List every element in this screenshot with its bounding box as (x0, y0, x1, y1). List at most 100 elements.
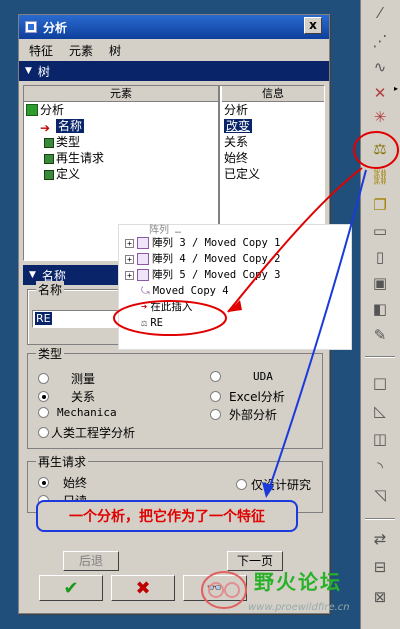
model-tree-popup: 阵列 … + 陣列 3 / Moved Copy 1 + 陣列 4 / Moved … (118, 224, 352, 350)
radio-icon (236, 479, 247, 490)
popup-row-re[interactable]: ⚖ RE (141, 315, 163, 331)
expand-icon[interactable]: + (125, 270, 134, 280)
radio-measure[interactable]: 测量 (38, 370, 95, 387)
curve-icon[interactable]: ∿ (367, 56, 393, 78)
page-icon[interactable]: ▯ (367, 246, 393, 268)
popup-row-pattern-5[interactable]: + 陣列 5 / Moved Copy 3 (125, 267, 280, 283)
sketch-icon[interactable]: ⁄ (367, 2, 393, 24)
toolbar-flyout-arrow-icon[interactable]: ▸ (394, 84, 398, 93)
tree-row-definition[interactable]: 定义 (24, 166, 218, 182)
info-cell: 分析 (224, 103, 249, 117)
popup-row-pattern-4[interactable]: + 陣列 4 / Moved Copy 2 (125, 251, 280, 267)
type-group: 类型 测量 关系 Mechanica 人类工程学分析 UDA Excel分析 外… (27, 345, 323, 449)
info-column-header: 信息 (222, 86, 324, 102)
radio-excel[interactable]: Excel分析 (210, 388, 285, 405)
triangle-icon[interactable]: ◺ (367, 400, 393, 422)
info-cell: 始终 (224, 151, 249, 165)
chamfer-icon[interactable]: ◹ (367, 484, 393, 506)
watermark-logo-icon (201, 571, 247, 609)
info-cell-selected: 改变 (224, 119, 253, 133)
expand-icon[interactable]: + (125, 254, 134, 264)
collapse-triangle-icon: ▼ (25, 66, 32, 76)
info-cell: 已定义 (224, 167, 261, 181)
radio-mechanica[interactable]: Mechanica (38, 406, 117, 419)
analysis-feature-icon (26, 104, 38, 116)
tree-row-name[interactable]: ➔ 名称 (24, 118, 218, 135)
element-icon (44, 170, 54, 180)
watermark-url: www.proewildfire.cn (248, 602, 350, 613)
collapse-triangle-icon: ▼ (29, 270, 36, 280)
cancel-button[interactable]: ✖ (111, 575, 175, 601)
radio-design-study[interactable]: 仅设计研究 (236, 476, 311, 493)
toolbar-separator (365, 356, 395, 358)
menu-feature[interactable]: 特征 (27, 42, 55, 59)
info-cell: 关系 (224, 135, 249, 149)
tree-section-header[interactable]: ▼ 树 (19, 61, 329, 81)
current-arrow-icon: ➔ (40, 121, 51, 135)
element-column-header: 元素 (24, 86, 218, 102)
coordinate-icon[interactable]: ✳ (367, 106, 393, 128)
popup-row-pattern-3[interactable]: + 陣列 3 / Moved Copy 1 (125, 235, 280, 251)
mirror-icon[interactable]: ⇄ (367, 528, 393, 550)
name-group: 名称 RE (27, 281, 123, 345)
edit-icon[interactable]: ✎ (367, 324, 393, 346)
axis-icon[interactable]: ⋰ (367, 30, 393, 52)
cross-icon: ✖ (135, 577, 151, 599)
radio-selected-icon (38, 391, 49, 402)
checkmark-icon: ✔ (63, 577, 79, 599)
round-icon[interactable]: ◝ (367, 456, 393, 478)
ok-button[interactable]: ✔ (39, 575, 103, 601)
analysis-icon[interactable]: ⚖ (367, 138, 393, 160)
feature-toolbar: ⁄ ⋰ ∿ ✕ ✳ ⚖ ⛓ ❐ ▭ ▯ ▣ ◧ ✎ □ ◺ ◫ ◝ ◹ ⇄ ⊟ … (360, 0, 400, 629)
name-group-label: 名称 (36, 281, 65, 298)
radio-ergonomics[interactable]: 人类工程学分析 (38, 424, 135, 441)
insert-arrow-icon: ➔ (141, 301, 148, 313)
expand-icon[interactable]: + (125, 238, 134, 248)
popup-row-moved-copy-4[interactable]: ⤿ Moved Copy 4 (141, 283, 229, 299)
analysis-feature-icon: ⚖ (141, 317, 148, 329)
pattern-icon (137, 269, 149, 281)
pattern-icon (137, 253, 149, 265)
save-icon[interactable]: ▣ (367, 272, 393, 294)
radio-relation[interactable]: 关系 (38, 388, 95, 405)
element-icon (44, 154, 54, 164)
box-icon[interactable]: □ (367, 372, 393, 394)
radio-uda[interactable]: UDA (210, 370, 273, 383)
radio-icon (38, 407, 49, 418)
close-button[interactable]: x (304, 17, 322, 34)
radio-external[interactable]: 外部分析 (210, 406, 277, 423)
back-button[interactable]: 后退 (63, 551, 119, 571)
shell-icon[interactable]: ◫ (367, 428, 393, 450)
menu-tree[interactable]: 树 (107, 42, 123, 59)
menu-bar: 特征 元素 树 (19, 39, 329, 61)
tree-row-type[interactable]: 类型 (24, 134, 218, 150)
moved-copy-icon: ⤿ (141, 285, 150, 297)
radio-icon (38, 427, 49, 438)
radio-icon (210, 371, 221, 382)
popup-row-insert-here[interactable]: ➔ 在此插入 (141, 299, 192, 315)
radio-always[interactable]: 始终 (38, 474, 87, 491)
radio-icon (210, 409, 221, 420)
watermark-title: 野火论坛 (254, 570, 342, 594)
forum-watermark: 野火论坛 www.proewildfire.cn (190, 562, 380, 620)
window-icon (25, 21, 37, 33)
annotation-callout: 一个分析，把它作为了一个特征 (36, 500, 298, 532)
copy-icon[interactable]: ❐ (367, 194, 393, 216)
layer-icon[interactable]: ◧ (367, 298, 393, 320)
name-input[interactable]: RE (32, 310, 118, 328)
radio-icon (38, 373, 49, 384)
menu-element[interactable]: 元素 (67, 42, 95, 59)
radio-selected-icon (38, 477, 49, 488)
toolbar-separator (365, 518, 395, 520)
element-icon (44, 138, 54, 148)
radio-icon (210, 391, 221, 402)
pattern-icon (137, 237, 149, 249)
point-icon[interactable]: ✕ (367, 82, 393, 104)
tree-row-regen[interactable]: 再生请求 (24, 150, 218, 166)
chain-icon[interactable]: ⛓ (367, 166, 393, 188)
dialog-title: 分析 (43, 20, 68, 35)
tree-row-analysis[interactable]: 分析 (24, 102, 218, 118)
type-group-label: 类型 (36, 345, 65, 362)
dialog-titlebar[interactable]: 分析 (19, 15, 329, 39)
open-folder-icon[interactable]: ▭ (367, 220, 393, 242)
